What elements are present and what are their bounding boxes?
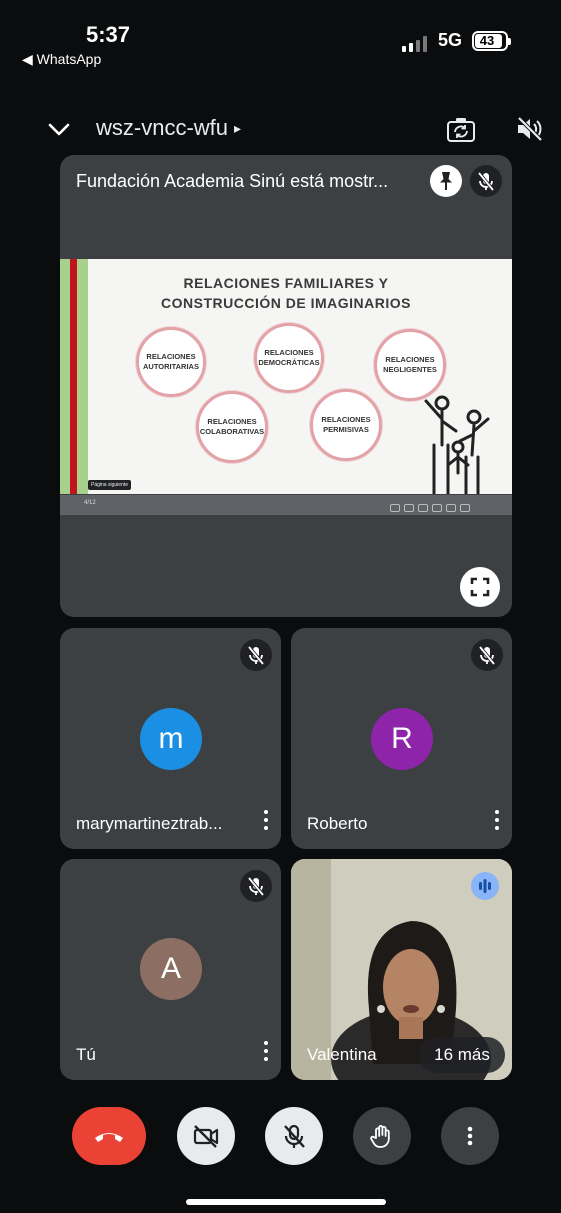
participant-mic-off bbox=[240, 639, 272, 671]
participant-name: Tú bbox=[76, 1045, 96, 1064]
avatar: m bbox=[140, 708, 202, 770]
bubble-negligentes: RELACIONES NEGLIGENTES bbox=[374, 329, 446, 401]
slide-toolbar: Página siguiente 4/12 bbox=[60, 480, 512, 515]
status-time: 5:37 bbox=[86, 22, 131, 47]
meeting-code-text: wsz-vncc-wfu bbox=[96, 115, 229, 140]
signal-icon bbox=[402, 36, 430, 52]
bubble-permisivas: RELACIONES PERMISIVAS bbox=[310, 389, 382, 461]
participant-tile-self[interactable]: A Tú bbox=[60, 859, 281, 1080]
chevron-down-icon[interactable] bbox=[46, 117, 72, 143]
back-to-whatsapp[interactable]: ◀ WhatsApp bbox=[22, 51, 101, 68]
raise-hand-icon bbox=[370, 1125, 390, 1148]
more-vert-icon[interactable] bbox=[491, 810, 503, 836]
speaker-off-icon[interactable] bbox=[514, 114, 544, 144]
end-call-button[interactable] bbox=[72, 1107, 146, 1165]
next-page-tooltip: Página siguiente bbox=[88, 480, 131, 490]
speaking-indicator-icon bbox=[471, 872, 499, 900]
mic-toggle-button[interactable] bbox=[265, 1107, 323, 1165]
shared-slide: RELACIONES FAMILIARES Y CONSTRUCCIÓN DE … bbox=[60, 259, 512, 494]
more-vert-icon bbox=[467, 1126, 473, 1146]
mic-off-icon bbox=[247, 645, 265, 666]
meeting-code[interactable]: wsz-vncc-wfu ▸ bbox=[96, 115, 241, 141]
bubble-autoritarias: RELACIONES AUTORITARIAS bbox=[136, 327, 206, 397]
slide-tools bbox=[390, 499, 500, 512]
phone-hangup-icon bbox=[95, 1133, 123, 1142]
more-options-button[interactable] bbox=[441, 1107, 499, 1165]
pin-button[interactable] bbox=[430, 165, 462, 197]
fullscreen-button[interactable] bbox=[460, 567, 500, 607]
presentation-title: Fundación Academia Sinú está mostr... bbox=[76, 171, 389, 191]
mic-off-icon bbox=[477, 171, 495, 192]
camera-toggle-button[interactable] bbox=[177, 1107, 235, 1165]
battery-level: 43 bbox=[479, 33, 495, 48]
meet-screen: 5:37 ◀ WhatsApp 5G 43 wsz-vncc-wfu ▸ Fund… bbox=[0, 0, 561, 1213]
presenter-mic-off bbox=[470, 165, 502, 197]
slide-title: RELACIONES FAMILIARES Y CONSTRUCCIÓN DE … bbox=[100, 273, 472, 313]
others-count-button[interactable]: 16 más bbox=[419, 1037, 505, 1073]
home-indicator[interactable] bbox=[186, 1199, 386, 1205]
mic-off-icon bbox=[284, 1124, 305, 1148]
network-type: 5G bbox=[438, 30, 463, 50]
participant-tile-mary[interactable]: m marymartineztrab... bbox=[60, 628, 281, 849]
bubble-democraticas: RELACIONES DEMOCRÁTICAS bbox=[254, 323, 324, 393]
camera-off-icon bbox=[193, 1125, 219, 1148]
participant-mic-off bbox=[240, 870, 272, 902]
bubble-colaborativas: RELACIONES COLABORATIVAS bbox=[196, 391, 268, 463]
slide-title-line2: CONSTRUCCIÓN DE IMAGINARIOS bbox=[161, 295, 411, 311]
mic-off-icon bbox=[478, 645, 496, 666]
battery-icon: 43 bbox=[472, 31, 511, 51]
avatar: A bbox=[140, 938, 202, 1000]
slide-title-line1: RELACIONES FAMILIARES Y bbox=[183, 275, 389, 291]
family-illustration-icon bbox=[424, 395, 490, 494]
participant-mic-off bbox=[471, 639, 503, 671]
presentation-tile[interactable]: Fundación Academia Sinú está mostr... RE… bbox=[60, 155, 512, 617]
participant-name: Roberto bbox=[307, 814, 368, 833]
raise-hand-button[interactable] bbox=[353, 1107, 411, 1165]
mic-off-icon bbox=[247, 876, 265, 897]
pin-icon bbox=[440, 172, 452, 190]
participant-name: Valentina bbox=[307, 1045, 377, 1064]
participant-tile-roberto[interactable]: R Roberto bbox=[291, 628, 512, 849]
slide-page-indicator: 4/12 bbox=[84, 500, 96, 506]
more-vert-icon[interactable] bbox=[260, 810, 272, 836]
switch-camera-icon[interactable] bbox=[446, 116, 476, 144]
participant-name: marymartineztrab... bbox=[76, 814, 223, 833]
caret-right-icon: ▸ bbox=[234, 120, 242, 136]
more-vert-icon[interactable] bbox=[260, 1041, 272, 1067]
avatar: R bbox=[371, 708, 433, 770]
slide-accent-red bbox=[70, 259, 77, 494]
participant-tile-valentina[interactable]: Valentina 16 más bbox=[291, 859, 512, 1080]
fullscreen-icon bbox=[470, 577, 490, 597]
